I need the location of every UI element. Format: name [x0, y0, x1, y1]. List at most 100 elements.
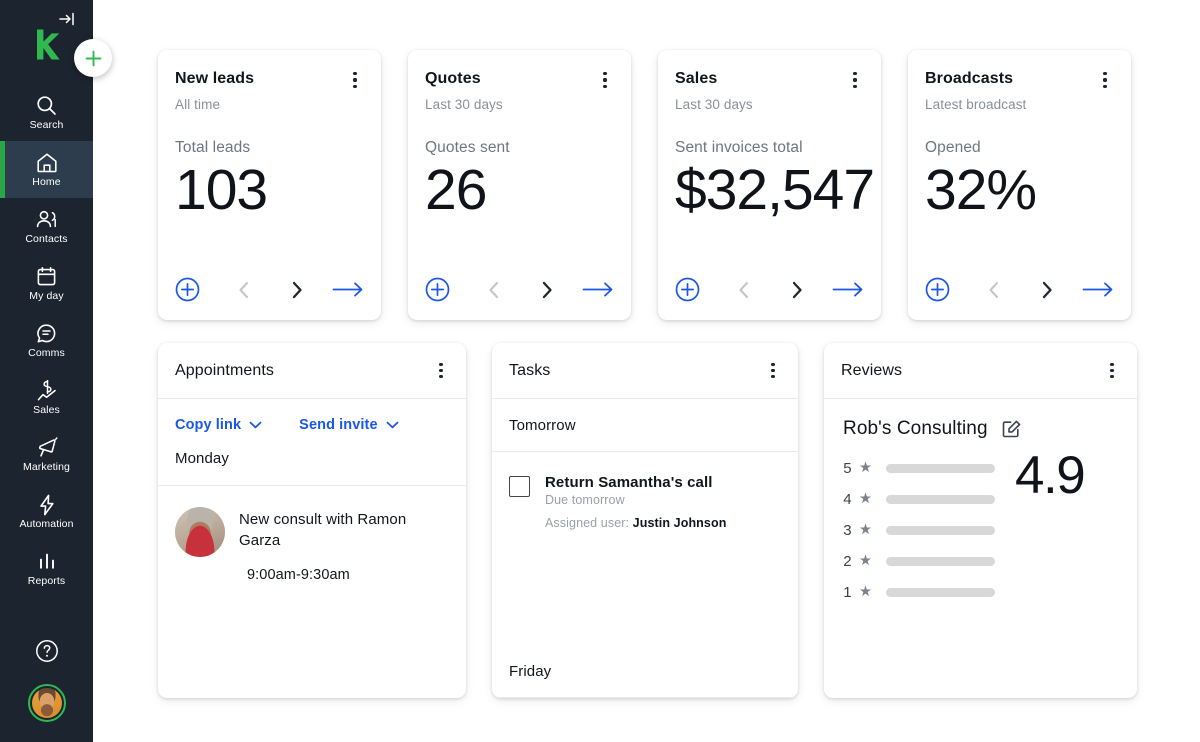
stat-card-quotes: Quotes Last 30 days Quotes sent 26 — [408, 50, 631, 320]
sidebar-item-label: Search — [30, 120, 64, 131]
card-subtitle: All time — [175, 97, 364, 112]
main-sidebar: Search Home — [0, 0, 93, 742]
lightning-icon — [38, 493, 56, 516]
more-options-icon[interactable] — [596, 70, 614, 90]
card-footer — [675, 277, 864, 302]
panel-header: Reviews — [824, 343, 1137, 399]
metric-value: 103 — [175, 159, 364, 222]
card-subtitle: Last 30 days — [425, 97, 614, 112]
go-to-arrow-icon[interactable] — [832, 281, 864, 298]
card-title: Broadcasts — [925, 70, 1013, 88]
sidebar-item-home[interactable]: Home — [0, 141, 93, 198]
more-options-icon[interactable] — [764, 361, 782, 381]
average-rating-score: 4.9 — [1015, 449, 1084, 502]
rating-star-count: 5 — [843, 460, 852, 477]
stat-card-broadcasts: Broadcasts Latest broadcast Opened 32% — [908, 50, 1131, 320]
sidebar-item-reports[interactable]: Reports — [0, 540, 93, 597]
rating-star-count: 2 — [843, 553, 852, 570]
sidebar-item-contacts[interactable]: Contacts — [0, 198, 93, 255]
task-checkbox[interactable] — [509, 476, 530, 497]
rating-bar-track — [886, 495, 995, 504]
stat-card-row: New leads All time Total leads 103 — [158, 50, 1200, 320]
more-options-icon[interactable] — [846, 70, 864, 90]
chat-icon — [36, 322, 57, 345]
home-icon — [36, 151, 58, 174]
more-options-icon[interactable] — [432, 361, 450, 381]
assigned-prefix: Assigned user: — [545, 516, 633, 530]
previous-chevron-icon[interactable] — [738, 281, 750, 299]
more-options-icon[interactable] — [1096, 70, 1114, 90]
go-to-arrow-icon[interactable] — [582, 281, 614, 298]
card-header: New leads — [175, 70, 364, 90]
sidebar-item-label: Automation — [19, 519, 73, 530]
task-due-date: Due tomorrow — [545, 493, 726, 507]
add-icon[interactable] — [425, 277, 450, 302]
previous-chevron-icon[interactable] — [988, 281, 1000, 299]
contact-photo — [175, 507, 225, 557]
avatar[interactable] — [28, 684, 66, 722]
rating-star-count: 1 — [843, 584, 852, 601]
rating-row: 4 ★ — [843, 484, 995, 515]
task-list-item[interactable]: Return Samantha's call Due tomorrow Assi… — [492, 452, 798, 530]
panel-title: Appointments — [175, 362, 274, 380]
next-chevron-icon[interactable] — [791, 281, 803, 299]
send-invite-button[interactable]: Send invite — [299, 417, 398, 433]
reviews-panel: Reviews Rob's Consulting — [824, 343, 1137, 698]
create-new-button[interactable] — [74, 39, 112, 77]
metric-label: Sent invoices total — [675, 139, 864, 157]
sidebar-item-label: Sales — [33, 405, 60, 416]
star-icon: ★ — [859, 461, 875, 476]
appointment-actions: Copy link Send invite — [158, 399, 466, 450]
card-footer — [925, 277, 1114, 302]
sidebar-item-label: Contacts — [25, 234, 67, 245]
sidebar-item-search[interactable]: Search — [0, 84, 93, 141]
more-options-icon[interactable] — [346, 70, 364, 90]
sales-chart-icon — [36, 379, 58, 402]
appointment-list-item[interactable]: New consult with Ramon Garza 9:00am-9:30… — [158, 486, 466, 583]
panel-title: Reviews — [841, 362, 902, 380]
task-details: Return Samantha's call Due tomorrow Assi… — [545, 474, 726, 530]
help-circle-icon[interactable] — [34, 638, 60, 664]
metric-label: Opened — [925, 139, 1114, 157]
send-invite-label: Send invite — [299, 417, 377, 433]
reviews-body: Rob's Consulting 5 ★ — [824, 399, 1137, 608]
panel-header: Tasks — [492, 343, 798, 399]
add-icon[interactable] — [675, 277, 700, 302]
previous-chevron-icon[interactable] — [238, 281, 250, 299]
sidebar-item-marketing[interactable]: Marketing — [0, 426, 93, 483]
sidebar-item-my-day[interactable]: My day — [0, 255, 93, 312]
go-to-arrow-icon[interactable] — [332, 281, 364, 298]
previous-chevron-icon[interactable] — [488, 281, 500, 299]
main-content: New leads All time Total leads 103 — [93, 0, 1200, 742]
sidebar-item-label: Marketing — [23, 462, 70, 473]
appointments-panel: Appointments Copy link Send invite — [158, 343, 466, 698]
next-chevron-icon[interactable] — [1041, 281, 1053, 299]
edit-square-icon[interactable] — [1001, 419, 1022, 440]
rating-row: 5 ★ — [843, 453, 995, 484]
next-chevron-icon[interactable] — [541, 281, 553, 299]
card-footer — [175, 277, 364, 302]
sidebar-item-comms[interactable]: Comms — [0, 312, 93, 369]
sidebar-item-automation[interactable]: Automation — [0, 483, 93, 540]
stat-card-sales: Sales Last 30 days Sent invoices total $… — [658, 50, 881, 320]
go-to-arrow-icon[interactable] — [1082, 281, 1114, 298]
bar-chart-icon — [37, 550, 57, 573]
star-icon: ★ — [859, 492, 875, 507]
collapse-panel-icon[interactable] — [56, 9, 78, 29]
stat-card-new-leads: New leads All time Total leads 103 — [158, 50, 381, 320]
tasks-panel: Tasks Tomorrow Return Samantha's call Du… — [492, 343, 798, 698]
metric-label: Total leads — [175, 139, 364, 157]
add-icon[interactable] — [925, 277, 950, 302]
rating-bar-track — [886, 557, 995, 566]
copy-link-button[interactable]: Copy link — [175, 417, 262, 433]
rating-breakdown: 5 ★ 4 ★ — [843, 453, 995, 608]
more-options-icon[interactable] — [1103, 361, 1121, 381]
next-chevron-icon[interactable] — [291, 281, 303, 299]
sidebar-item-sales[interactable]: Sales — [0, 369, 93, 426]
business-row: Rob's Consulting — [843, 418, 1120, 440]
business-name: Rob's Consulting — [843, 418, 988, 440]
panel-title: Tasks — [509, 362, 550, 380]
add-icon[interactable] — [175, 277, 200, 302]
appointment-time: 9:00am-9:30am — [247, 567, 449, 583]
card-header: Broadcasts — [925, 70, 1114, 90]
